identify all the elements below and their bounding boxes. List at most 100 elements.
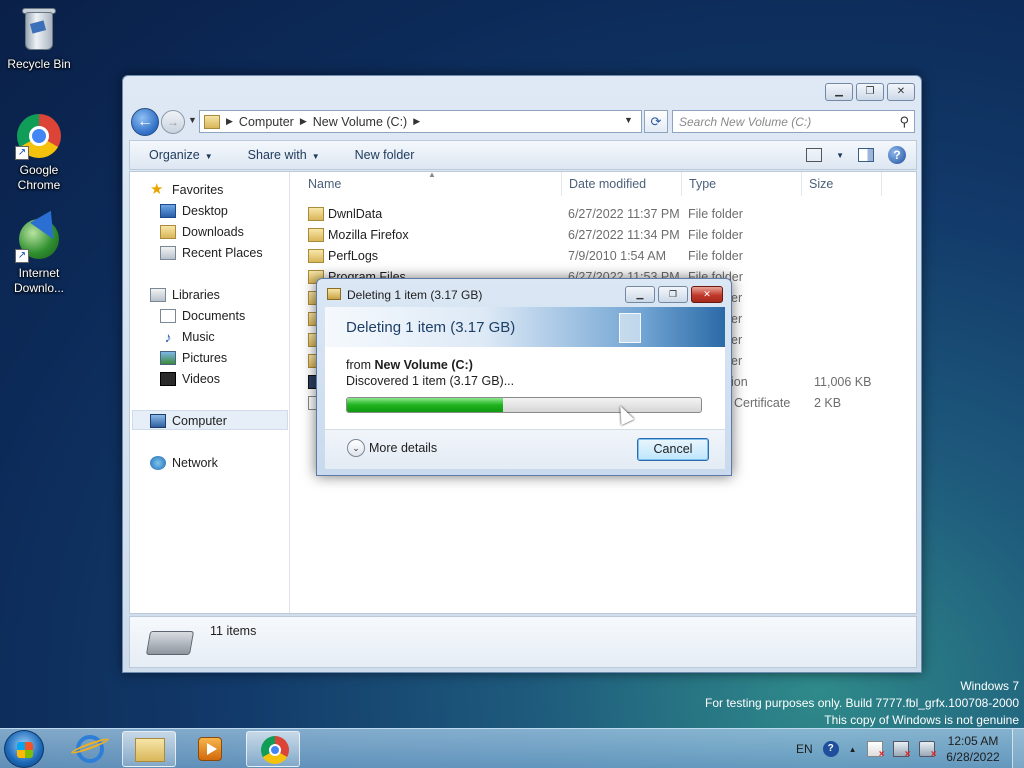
column-type[interactable]: Type: [689, 177, 716, 191]
file-name: Mozilla Firefox: [328, 228, 409, 242]
nav-network[interactable]: Network: [150, 456, 218, 470]
file-type: File folder: [688, 207, 743, 221]
column-date-modified[interactable]: Date modified: [569, 177, 646, 191]
maximize-button[interactable]: ❐: [856, 83, 884, 101]
help-icon[interactable]: ?: [888, 146, 906, 164]
music-note-icon: ♪: [164, 329, 172, 345]
sort-indicator-icon: ▲: [428, 170, 436, 179]
column-name[interactable]: Name: [308, 177, 341, 191]
file-date: 6/27/2022 11:34 PM: [568, 228, 680, 242]
close-button[interactable]: ✕: [887, 83, 915, 101]
file-type-partial: er: [731, 354, 743, 368]
breadcrumb-computer[interactable]: Computer: [239, 115, 294, 129]
nav-downloads[interactable]: Downloads: [160, 225, 244, 239]
nav-recent-places[interactable]: Recent Places: [160, 246, 263, 260]
chevron-right-icon[interactable]: ▶: [413, 116, 420, 127]
desktop-icon-recycle-bin[interactable]: Recycle Bin: [1, 6, 77, 72]
taskbar-internet-explorer[interactable]: [64, 731, 118, 767]
clock[interactable]: 12:05 AM 6/28/2022: [944, 733, 1002, 765]
minimize-button[interactable]: ▁: [825, 83, 853, 101]
file-date: 7/9/2010 1:54 AM: [568, 249, 666, 263]
nav-documents[interactable]: Documents: [160, 309, 245, 323]
chevron-down-icon[interactable]: ▼: [836, 151, 844, 160]
taskbar: EN ? ▲ 12:05 AM 6/28/2022: [0, 728, 1024, 768]
taskbar-windows-explorer[interactable]: [122, 731, 176, 767]
change-view-icon[interactable]: [806, 148, 823, 162]
file-type-partial: er: [731, 333, 743, 347]
delete-progress-bar: [346, 397, 702, 413]
command-bar: Organize ▼ Share with ▼ New folder ▼ ?: [129, 140, 917, 170]
back-button[interactable]: ←: [131, 108, 159, 136]
file-row[interactable]: DwnlData 6/27/2022 11:37 PM File folder: [291, 204, 916, 225]
forward-button[interactable]: →: [161, 110, 185, 134]
network-status-icon[interactable]: [892, 741, 911, 760]
breadcrumb-new-volume[interactable]: New Volume (C:): [313, 115, 407, 129]
desktop-icon-internet-download-manager[interactable]: ↗ Internet Downlo...: [1, 210, 77, 296]
start-button[interactable]: [4, 730, 44, 768]
address-row: ← → ▼ ▶ Computer ▶ New Volume (C:) ▶ ▼ ⟳…: [131, 107, 915, 136]
cancel-button[interactable]: Cancel: [637, 438, 709, 461]
recent-places-icon: [160, 246, 176, 260]
file-type: File folder: [688, 249, 743, 263]
nav-label: Network: [172, 456, 218, 470]
nav-label: Videos: [182, 372, 220, 386]
file-row[interactable]: Mozilla Firefox 6/27/2022 11:34 PM File …: [291, 225, 916, 246]
downloads-folder-icon: [160, 225, 176, 239]
file-row[interactable]: PerfLogs 7/9/2010 1:54 AM File folder: [291, 246, 916, 267]
show-desktop-button[interactable]: [1012, 729, 1024, 768]
search-input[interactable]: Search New Volume (C:) ⚲: [672, 110, 915, 133]
chevron-right-icon[interactable]: ▶: [300, 116, 307, 127]
new-folder-button[interactable]: New folder: [336, 148, 431, 162]
nav-libraries[interactable]: Libraries: [150, 288, 220, 302]
from-location: New Volume (C:): [374, 358, 473, 372]
nav-label: Recent Places: [182, 246, 263, 260]
share-with-label: Share with: [247, 148, 307, 162]
dialog-close-button[interactable]: ✕: [691, 286, 723, 303]
pictures-icon: [160, 351, 176, 365]
nav-music[interactable]: ♪ Music: [160, 330, 215, 344]
refresh-button[interactable]: ⟳: [644, 110, 668, 133]
chevron-down-icon: ⌄: [347, 439, 365, 457]
nav-pictures[interactable]: Pictures: [160, 351, 227, 365]
nav-videos[interactable]: Videos: [160, 372, 220, 386]
column-size[interactable]: Size: [809, 177, 833, 191]
nav-label: Computer: [172, 414, 227, 428]
computer-icon: [150, 414, 166, 428]
volume-icon[interactable]: [918, 741, 937, 760]
item-count: 11 items: [210, 624, 257, 638]
chevron-down-icon: ▼: [204, 152, 213, 161]
desktop-icon-google-chrome[interactable]: ↗ Google Chrome: [1, 112, 77, 193]
nav-label: Documents: [182, 309, 246, 323]
taskbar-google-chrome[interactable]: [246, 731, 300, 767]
libraries-icon: [150, 288, 166, 302]
more-details-button[interactable]: ⌄ More details: [347, 439, 437, 457]
watermark-line: Windows 7: [960, 679, 1019, 693]
organize-button[interactable]: Organize ▼: [130, 148, 229, 162]
nav-favorites[interactable]: ★ Favorites: [150, 182, 223, 197]
documents-icon: [160, 309, 176, 323]
help-icon[interactable]: ?: [822, 741, 839, 757]
address-bar[interactable]: ▶ Computer ▶ New Volume (C:) ▶: [199, 110, 642, 133]
dialog-maximize-button[interactable]: ❐: [658, 286, 688, 303]
action-center-icon[interactable]: [866, 741, 885, 760]
folder-icon: [308, 207, 324, 221]
navigation-pane: ★ Favorites Desktop Downloads Recent Plac…: [130, 172, 290, 613]
clock-date: 6/28/2022: [946, 750, 1000, 764]
nav-desktop[interactable]: Desktop: [160, 204, 228, 218]
window-caption-buttons: ▁ ❐ ✕: [825, 83, 915, 101]
show-hidden-icons-icon[interactable]: ▲: [849, 745, 857, 754]
windows-logo-icon: [17, 742, 33, 758]
search-icon[interactable]: ⚲: [899, 114, 909, 130]
taskbar-media-player[interactable]: [184, 731, 238, 767]
system-tray: EN ? ▲: [790, 729, 937, 768]
details-pane: 11 items: [129, 616, 917, 668]
desktop-icon: [160, 204, 176, 218]
language-indicator[interactable]: EN: [796, 742, 813, 756]
desktop-icon-label: Internet Downlo...: [13, 266, 65, 295]
preview-pane-icon[interactable]: [858, 148, 874, 162]
recent-pages-dropdown[interactable]: ▼: [188, 115, 197, 125]
share-with-button[interactable]: Share with ▼: [229, 148, 336, 162]
nav-computer[interactable]: Computer: [150, 414, 227, 428]
address-dropdown-button[interactable]: ▼: [624, 115, 633, 125]
dialog-minimize-button[interactable]: ▁: [625, 286, 655, 303]
